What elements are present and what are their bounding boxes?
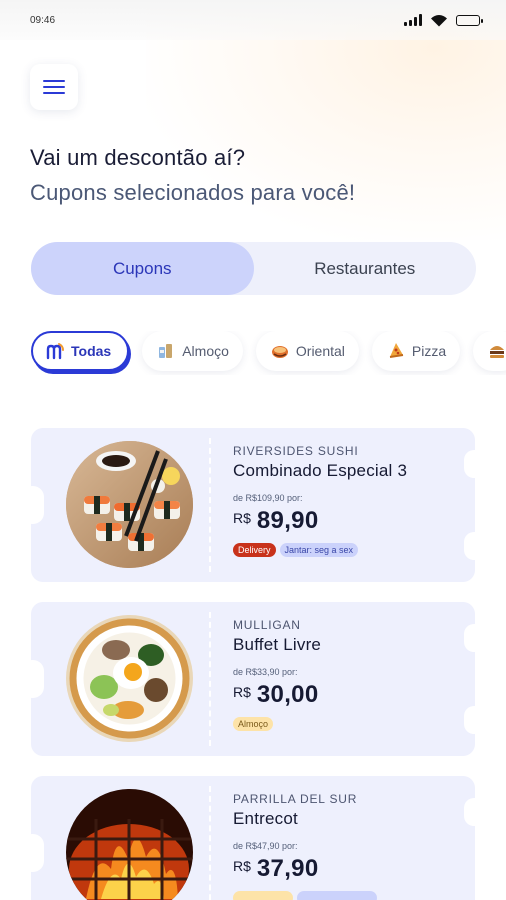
filter-chip-oriental[interactable]: Oriental — [255, 331, 359, 371]
restaurant-name: PARRILLA DEL SUR — [233, 792, 358, 806]
tag-list: Almoço — [233, 717, 455, 731]
status-bar: 09:46 — [0, 0, 506, 40]
tag-placeholder — [233, 891, 293, 900]
coupon-info: PARRILLA DEL SUR Entrecot de R$47,90 por… — [233, 792, 455, 900]
filter-label: Oriental — [295, 343, 345, 359]
filter-label: Almoço — [182, 343, 229, 359]
ticket-notch — [464, 624, 475, 652]
price-row: R$ 37,90 — [233, 855, 455, 883]
tag-placeholder — [297, 891, 377, 900]
wifi-icon — [431, 14, 447, 26]
segmented-control: Cupons Restaurantes — [31, 242, 476, 295]
ticket-notch — [31, 834, 44, 872]
ticket-divider — [209, 438, 211, 572]
price: 30,00 — [256, 681, 319, 708]
oriental-icon — [271, 346, 288, 358]
dish-name: Buffet Livre — [233, 635, 322, 654]
ticket-notch — [464, 532, 475, 560]
signal-icon — [404, 14, 422, 26]
price-row: R$ 30,00 — [233, 681, 455, 709]
salad-bowl-photo — [66, 615, 193, 742]
tag-delivery: Delivery — [233, 543, 276, 557]
filter-chip-almoco[interactable]: Almoço — [142, 331, 243, 371]
ticket-notch — [31, 660, 44, 698]
sushi-photo — [66, 441, 193, 568]
hamburger-menu-icon — [43, 80, 65, 94]
ticket-notch — [464, 798, 475, 826]
battery-icon — [456, 14, 483, 26]
old-price: de R$47,90 por: — [233, 841, 298, 851]
price-row: R$ 89,90 — [233, 507, 455, 535]
dish-name: Entrecot — [233, 809, 298, 828]
tag-schedule: Jantar: seg a sex — [279, 543, 359, 557]
price: 37,90 — [256, 855, 319, 882]
old-price: de R$109,90 por: — [233, 493, 303, 503]
burger-icon — [490, 346, 505, 358]
currency: R$ — [233, 510, 251, 526]
filter-chip-burger[interactable] — [473, 331, 506, 371]
filter-chip-pizza[interactable]: Pizza — [371, 331, 461, 371]
lunch-icon — [159, 344, 173, 358]
restaurant-name: RIVERSIDES SUSHI — [233, 444, 359, 458]
tab-cupons[interactable]: Cupons — [31, 242, 254, 295]
status-time: 09:46 — [30, 14, 56, 26]
tab-restaurantes[interactable]: Restaurantes — [254, 242, 477, 295]
grill-fire-photo — [66, 789, 193, 900]
ticket-notch — [464, 450, 475, 478]
page-title: Vai um descontão aí? — [30, 145, 246, 170]
ticket-divider — [209, 786, 211, 900]
brand-m-icon — [46, 343, 64, 360]
coupon-info: MULLIGAN Buffet Livre de R$33,90 por: R$… — [233, 618, 455, 731]
status-icons — [404, 14, 483, 27]
coupon-info: RIVERSIDES SUSHI Combinado Especial 3 de… — [233, 444, 455, 557]
pizza-icon — [389, 343, 404, 358]
ticket-notch — [464, 706, 475, 734]
filter-label: Todas — [71, 343, 112, 359]
tag-list: Delivery Jantar: seg a sex — [233, 543, 455, 557]
price: 89,90 — [256, 507, 319, 534]
tag-almoco: Almoço — [233, 717, 274, 731]
currency: R$ — [233, 858, 251, 874]
category-filters: Todas Almoço Oriental Pizza — [31, 331, 506, 375]
page-subtitle: Cupons selecionados para você! — [30, 180, 356, 205]
menu-button[interactable] — [30, 64, 78, 110]
dish-name: Combinado Especial 3 — [233, 461, 408, 480]
filter-label: Pizza — [411, 343, 447, 359]
coupon-card[interactable]: PARRILLA DEL SUR Entrecot de R$47,90 por… — [31, 776, 475, 900]
restaurant-name: MULLIGAN — [233, 618, 301, 632]
ticket-divider — [209, 612, 211, 746]
coupon-card[interactable]: MULLIGAN Buffet Livre de R$33,90 por: R$… — [31, 602, 475, 756]
tag-list — [233, 891, 455, 900]
ticket-notch — [31, 486, 44, 524]
currency: R$ — [233, 684, 251, 700]
filter-chip-todas[interactable]: Todas — [31, 331, 130, 371]
coupon-card[interactable]: RIVERSIDES SUSHI Combinado Especial 3 de… — [31, 428, 475, 582]
old-price: de R$33,90 por: — [233, 667, 298, 677]
